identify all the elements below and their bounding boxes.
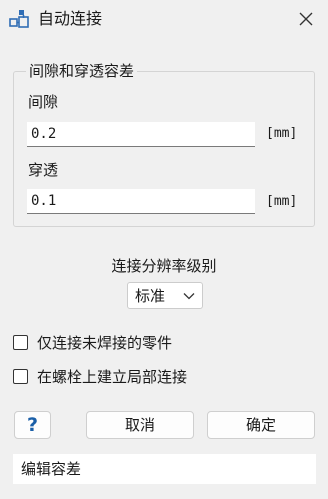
auto-connect-dialog: 自动连接 间隙和穿透容差 间隙 [mm] 穿透 [mm] 连接分辨率级别 标准 … [0,0,328,499]
help-button[interactable]: ? [14,411,51,439]
group-legend: 间隙和穿透容差 [26,62,138,80]
bolt-local-label: 在螺栓上建立局部连接 [37,368,188,386]
unwelded-only-label: 仅连接未焊接的零件 [37,334,173,352]
status-bar: 编辑容差 [13,454,316,484]
chevron-down-icon [183,293,195,300]
penetration-label: 穿透 [28,161,59,179]
title-bar[interactable]: 自动连接 [0,0,328,40]
gap-label: 间隙 [28,93,59,111]
ok-button[interactable]: 确定 [207,411,315,439]
penetration-unit: [mm] [266,194,298,209]
resolution-select[interactable]: 标准 [127,282,203,309]
status-text: 编辑容差 [21,460,82,478]
close-icon[interactable] [295,8,317,30]
gap-unit: [mm] [266,126,298,141]
resolution-label: 连接分辨率级别 [111,257,217,275]
unwelded-only-checkbox[interactable] [13,335,28,350]
resolution-select-value: 标准 [135,287,166,305]
bolt-local-checkbox[interactable] [13,369,28,384]
connection-tool-icon [9,10,29,28]
window-title: 自动连接 [38,9,103,28]
gap-input[interactable] [27,122,255,147]
cancel-button[interactable]: 取消 [86,411,194,439]
penetration-input[interactable] [27,189,255,214]
